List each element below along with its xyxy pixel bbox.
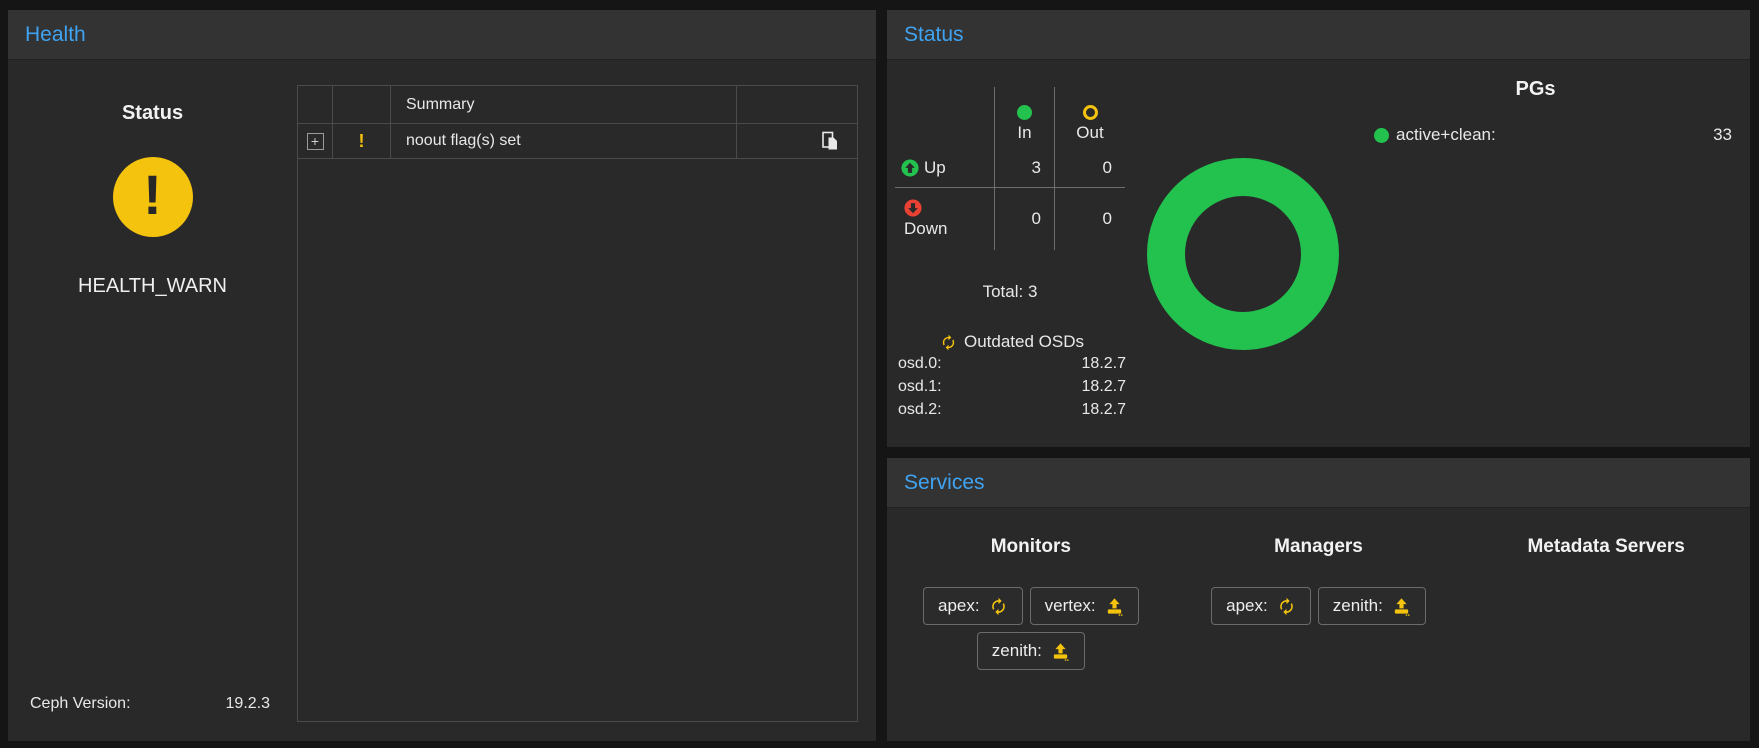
osd-up-row-header: Up [895,149,995,188]
arrow-up-circle-icon [901,159,919,177]
upload-icon [1051,642,1070,661]
out-label: Out [1076,123,1103,143]
services-panel-header: Services [887,458,1750,508]
metadata-servers-group: Metadata Servers [1462,536,1750,741]
severity-column-header [333,86,391,123]
summary-cell: noout flag(s) set [391,124,737,158]
service-chip-zenith[interactable]: zenith: [977,632,1085,670]
service-chip-label: apex: [1226,596,1268,616]
status-panel-title: Status [904,23,964,47]
ceph-version-label: Ceph Version: [30,695,131,713]
pgs-donut-chart [1147,158,1339,350]
pgs-legend-value: 33 [1713,125,1732,145]
osd-version: 18.2.7 [1082,398,1126,421]
health-status-value: HEALTH_WARN [78,275,227,298]
osd-up-out-value: 0 [1055,149,1125,188]
warning-exclamation-icon [359,131,365,152]
monitors-group: Monitors apex: vertex: [887,536,1175,741]
service-chip-label: zenith: [992,641,1042,661]
ceph-version-row: Ceph Version: 19.2.3 [8,695,297,713]
status-panel: Status In Out [887,10,1750,447]
service-chip-vertex[interactable]: vertex: [1030,587,1139,625]
expand-row-button[interactable] [307,133,324,150]
osd-name: osd.1: [898,375,942,398]
summary-column-header: Summary [391,86,737,123]
outdated-osds-heading: Outdated OSDs [964,332,1084,352]
out-ring-icon [1083,105,1098,120]
down-label: Down [904,219,947,239]
pgs-legend-label: active+clean: [1396,125,1496,145]
osd-name: osd.0: [898,352,942,375]
up-label: Up [924,158,946,178]
active-clean-dot-icon [1374,128,1389,143]
health-summary-table: Summary noout flag(s) set [297,85,858,722]
services-panel-title: Services [904,471,985,495]
actions-column-header [737,86,857,123]
osd-in-column-header: In [995,87,1055,149]
arrow-down-circle-icon [904,199,922,217]
ceph-version-value: 19.2.3 [226,695,270,713]
table-row[interactable]: noout flag(s) set [298,123,857,159]
osd-version: 18.2.7 [1082,352,1126,375]
in-label: In [1017,123,1031,143]
service-chip-label: vertex: [1045,596,1096,616]
copy-to-clipboard-button[interactable] [819,130,841,152]
service-chip-apex[interactable]: apex: [923,587,1023,625]
health-warning-icon [113,157,193,237]
osd-down-out-value: 0 [1055,188,1125,250]
service-chip-label: apex: [938,596,980,616]
osd-out-column-header: Out [1055,87,1125,149]
refresh-icon [1277,597,1296,616]
upload-icon [1105,597,1124,616]
list-item: osd.0: 18.2.7 [895,352,1129,375]
refresh-icon [989,597,1008,616]
osd-table-corner-cell [895,87,995,149]
health-panel: Health Status HEALTH_WARN Ceph Version: … [8,10,876,741]
expand-column-header [298,86,333,123]
services-panel: Services Monitors apex: vertex: [887,458,1750,741]
pgs-legend-row: active+clean: 33 [1339,125,1732,145]
monitors-heading: Monitors [991,536,1071,558]
upload-icon [1392,597,1411,616]
service-chip-apex[interactable]: apex: [1211,587,1311,625]
service-chip-zenith[interactable]: zenith: [1318,587,1426,625]
osd-down-in-value: 0 [995,188,1055,250]
osd-up-in-value: 3 [995,149,1055,188]
list-item: osd.1: 18.2.7 [895,375,1129,398]
osd-total: Total: 3 [895,282,1125,302]
health-panel-title: Health [25,23,86,47]
osd-version: 18.2.7 [1082,375,1126,398]
dashboard: Health Status HEALTH_WARN Ceph Version: … [0,0,1759,748]
copy-icon [819,130,841,152]
managers-group: Managers apex: zenith: [1175,536,1463,741]
health-status-heading: Status [122,102,183,125]
health-panel-header: Health [8,10,876,60]
osd-name: osd.2: [898,398,942,421]
service-chip-label: zenith: [1333,596,1383,616]
outdated-osds-section: Outdated OSDs osd.0: 18.2.7 osd.1: 18.2.… [895,332,1129,421]
managers-heading: Managers [1274,536,1363,558]
osd-down-row-header: Down [895,188,995,250]
metadata-servers-heading: Metadata Servers [1527,536,1684,558]
pgs-heading: PGs [1339,78,1732,101]
osd-in-out-table: In Out Up 3 [895,87,1135,250]
in-dot-icon [1017,105,1032,120]
list-item: osd.2: 18.2.7 [895,398,1129,421]
status-panel-header: Status [887,10,1750,60]
health-summary-table-header: Summary [298,86,857,123]
refresh-icon [940,334,957,351]
